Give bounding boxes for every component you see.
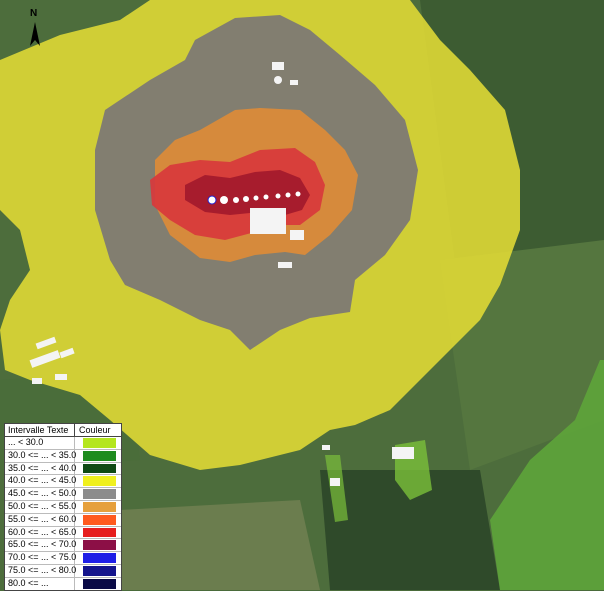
north-arrow: N [24,8,46,50]
legend-swatch [83,527,116,538]
legend-rows: ... < 30.0 30.0 <= ... < 35.0 35.0 <= ... … [5,437,121,590]
source-marker [233,197,239,203]
legend-row-color [75,578,121,590]
legend-swatch [83,476,116,487]
source-marker [207,195,217,205]
legend-swatch [83,553,116,563]
legend-row-label: 35.0 <= ... < 40.0 [5,462,76,475]
building-farm-2 [290,230,304,240]
legend-row-color [75,450,121,462]
legend-row: 70.0 <= ... < 75.0 [5,552,121,565]
legend-row-label: 75.0 <= ... < 80.0 [5,564,76,577]
legend-row-color [75,437,121,449]
legend-header-color: Couleur [79,425,111,435]
building-north-3 [274,76,282,84]
building-farm-1 [250,208,286,234]
source-marker [285,192,291,198]
north-arrow-icon [30,22,40,46]
legend-row-color [75,539,121,551]
zone-60-65-darkred [185,170,310,215]
building-west-5 [55,374,67,380]
legend-row-label: 65.0 <= ... < 70.0 [5,539,76,552]
legend-row-label: 50.0 <= ... < 55.0 [5,500,76,513]
legend-row-label: 55.0 <= ... < 60.0 [5,513,76,526]
legend-row-label: 30.0 <= ... < 35.0 [5,449,76,462]
building-village-3 [322,445,330,450]
legend-row-label: 80.0 <= ... [5,577,75,590]
legend-row: 65.0 <= ... < 70.0 [5,539,121,553]
legend-row: 55.0 <= ... < 60.0 [5,513,121,527]
legend-row-label: 45.0 <= ... < 50.0 [5,488,76,500]
building-west-4 [32,378,42,384]
legend-swatch [83,489,116,499]
legend-row: 60.0 <= ... < 65.0 [5,526,121,540]
legend-row-label: 40.0 <= ... < 45.0 [5,475,76,488]
legend-swatch [83,540,116,551]
legend-header-interval: Intervalle Texte [5,424,75,436]
legend-row: 40.0 <= ... < 45.0 [5,475,121,489]
legend-row-color [75,514,121,526]
source-marker [220,196,228,204]
legend-row-color [75,488,121,500]
legend-row: 50.0 <= ... < 55.0 [5,500,121,514]
legend-row: 75.0 <= ... < 80.0 [5,564,121,578]
legend-row-color [75,565,121,577]
field-southwest [110,500,320,590]
building-north-1 [272,62,284,70]
legend-swatch [83,438,116,448]
legend-row-color [75,501,121,513]
source-marker [253,195,259,201]
legend-row-color [75,475,121,487]
legend-row: 35.0 <= ... < 40.0 [5,462,121,476]
source-marker [275,193,281,199]
legend-row-label: 70.0 <= ... < 75.0 [5,552,76,564]
source-marker [295,191,301,197]
legend-swatch [83,450,116,461]
legend-swatch [83,578,116,589]
building-village-2 [330,478,340,486]
building-farm-3 [278,262,292,268]
legend-swatch [83,514,116,525]
north-label: N [30,8,38,19]
legend-row-label: ... < 30.0 [5,437,75,449]
legend-row-label: 60.0 <= ... < 65.0 [5,526,76,539]
source-marker [263,194,269,200]
legend-swatch [83,501,116,512]
legend-row: 45.0 <= ... < 50.0 [5,488,121,501]
building-village-1 [392,447,414,459]
legend-header: Intervalle Texte Couleur [5,424,121,437]
legend-swatch [83,565,116,576]
building-north-2 [290,80,298,85]
legend-row-color [75,527,121,539]
legend-row: 80.0 <= ... [5,577,121,590]
legend-row-color [75,552,121,564]
legend-row: ... < 30.0 [5,437,121,450]
legend-row: 30.0 <= ... < 35.0 [5,449,121,463]
legend-row-color [75,463,121,475]
legend: Intervalle Texte Couleur ... < 30.0 30.0 … [4,423,122,591]
source-marker [243,196,249,202]
legend-swatch [83,463,116,474]
